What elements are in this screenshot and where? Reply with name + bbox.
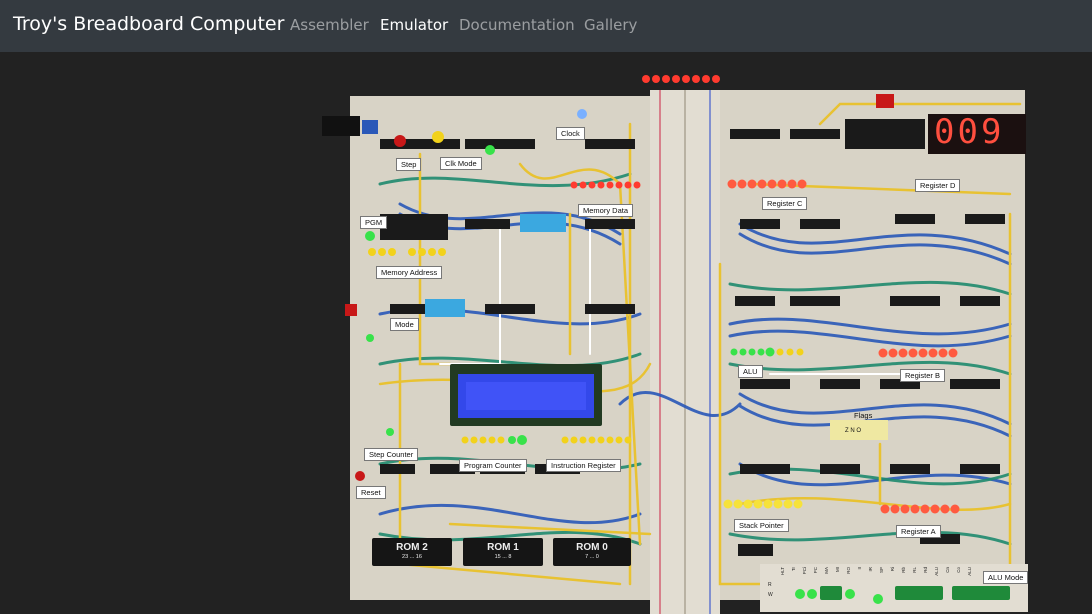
nav-link-assembler[interactable]: Assembler	[290, 16, 369, 34]
nav-link-documentation[interactable]: Documentation	[459, 16, 575, 34]
control-signal-label: Rb	[901, 567, 906, 573]
control-signal-label: II	[857, 567, 862, 570]
rom-0-range: 7 ... 0	[585, 554, 599, 560]
label-clock: Clock	[556, 127, 585, 140]
rom-0-label: ROM 0	[576, 542, 608, 553]
control-signal-label: Tr	[791, 567, 796, 572]
rom-1-label: ROM 1	[487, 542, 519, 553]
breadboard-photo: 009 Clock Step Clk Mode Memory Data Regi…	[320, 64, 1029, 614]
label-register-a: Register A	[896, 525, 941, 538]
control-signal-label: MI	[835, 567, 840, 572]
label-alu-mode: ALU Mode	[983, 571, 1029, 584]
label-register-b: Register B	[900, 369, 946, 382]
rom-1-chip: ROM 1 15 ... 8	[463, 538, 543, 566]
control-signal-label: Cn	[945, 567, 950, 573]
navbar: Troy's Breadboard Computer Assembler Emu…	[0, 0, 1092, 52]
label-step-counter: Step Counter	[364, 448, 419, 461]
rom-2-range: 23 ... 16	[402, 554, 422, 560]
seven-segment-display: 009	[934, 112, 1005, 152]
label-register-d: Register D	[915, 179, 961, 192]
control-signal-label: Ri	[890, 567, 895, 572]
label-reset: Reset	[356, 486, 386, 499]
label-memory-data: Memory Data	[578, 204, 634, 217]
control-signal-label: PC	[813, 567, 818, 574]
control-signal-label: MA	[824, 567, 829, 574]
label-alu: ALU	[738, 365, 763, 378]
label-program-counter: Program Counter	[459, 459, 527, 472]
rom-2-chip: ROM 2 23 ... 16	[372, 538, 452, 566]
control-signal-label: SP	[879, 567, 884, 574]
control-signal-label: Co	[956, 567, 961, 573]
label-register-c: Register C	[762, 197, 808, 210]
control-signal-label: PCi	[802, 567, 807, 575]
rom-2-label: ROM 2	[396, 542, 428, 553]
label-stack-pointer: Stack Pointer	[734, 519, 789, 532]
control-row-r: R	[768, 582, 772, 588]
control-signal-label: ALU	[967, 567, 972, 576]
label-memory-address: Memory Address	[376, 266, 443, 279]
label-clk-mode: Clk Mode	[440, 157, 482, 170]
rom-1-range: 15 ... 8	[494, 554, 512, 560]
brand-link[interactable]: Troy's Breadboard Computer	[13, 13, 284, 35]
control-signal-label: IR	[868, 567, 873, 572]
control-signal-labels: HLT Tr PCi PC MA MI RO II IR SP Ri Rb RL Rd ALU Cn Co ALU	[780, 567, 980, 583]
label-instruction-register: Instruction Register	[546, 459, 621, 472]
label-flags: Flags	[854, 411, 873, 420]
control-signal-label: RO	[846, 567, 851, 574]
control-signal-label: ALU	[934, 567, 939, 576]
rom-0-chip: ROM 0 7 ... 0	[553, 538, 631, 566]
nav-link-emulator[interactable]: Emulator	[380, 16, 448, 34]
label-mode: Mode	[390, 318, 419, 331]
label-pgm: PGM	[360, 216, 388, 229]
control-row-w: W	[768, 592, 773, 598]
control-signal-label: RL	[912, 567, 917, 573]
nav-link-gallery[interactable]: Gallery	[584, 16, 637, 34]
label-step: Step	[396, 158, 422, 171]
control-signal-label: HLT	[780, 567, 785, 576]
control-signal-label: Rd	[923, 567, 928, 573]
label-flag-bits: Z N O	[845, 428, 861, 434]
